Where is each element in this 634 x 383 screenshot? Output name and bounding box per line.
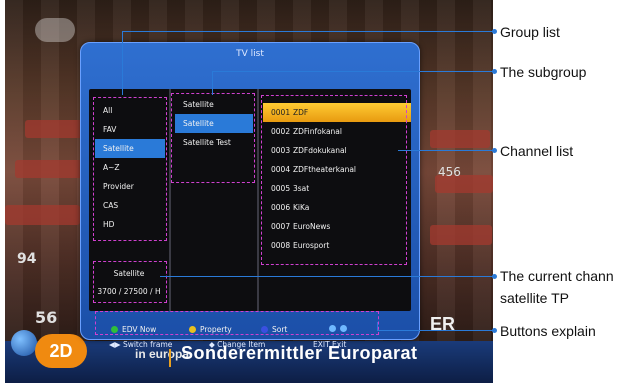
callout-dot [492, 69, 497, 74]
callout-current-channel: The current chann [500, 268, 614, 284]
list-panel: All FAV Satellite A~Z Provider CAS HD Satellit… [89, 89, 411, 311]
help-label: EXIT Exit [313, 340, 347, 349]
window-title: TV list [236, 49, 264, 59]
channel-list-highlight [261, 95, 407, 265]
channel-logo: 2D [35, 334, 87, 368]
callout-buttons-explain: Buttons explain [500, 323, 596, 339]
background-text: ER [430, 314, 456, 334]
yellow-key-icon [189, 326, 196, 333]
callout-line [122, 31, 494, 32]
green-key-icon [111, 326, 118, 333]
parliament-seat [430, 130, 490, 148]
callout-dot [492, 29, 497, 34]
help-switch-frame: ◀▶ Switch frame [109, 340, 172, 349]
parliament-seat [430, 225, 492, 245]
help-exit: EXIT Exit [313, 340, 346, 349]
subgroup-highlight [171, 93, 255, 183]
yellow-button[interactable]: Property [189, 325, 232, 334]
globe-icon [11, 330, 37, 356]
callout-line [377, 322, 378, 331]
callout-line [398, 150, 494, 151]
blue-button[interactable]: Sort [261, 325, 287, 334]
parliament-seat [15, 160, 85, 178]
callout-channel-list: Channel list [500, 143, 574, 159]
info-icon [340, 325, 347, 332]
parliament-seat [25, 120, 85, 138]
color-buttons: EDV Now Property Sort [101, 320, 397, 340]
callout-dot [492, 148, 497, 153]
seat-number: 94 [17, 251, 37, 267]
callout-dot [492, 328, 497, 333]
help-label: Switch frame [122, 340, 173, 349]
ticker-separator [169, 349, 171, 367]
callout-line [122, 31, 123, 95]
callout-line [212, 71, 494, 72]
find-button[interactable] [329, 325, 347, 332]
help-change-item: ◆ Change Item [209, 340, 265, 349]
parliament-seat [5, 205, 80, 225]
search-icon [329, 325, 336, 332]
current-channel-info: Satellite 3700 / 27500 / H [93, 265, 165, 301]
callout-dot [492, 274, 497, 279]
callout-line [377, 330, 494, 331]
callout-group-list: Group list [500, 24, 560, 40]
broadcaster-watermark [35, 18, 75, 42]
blue-key-icon [261, 326, 268, 333]
callout-line [212, 71, 213, 95]
group-list-highlight [93, 97, 167, 241]
button-label: Sort [272, 325, 288, 334]
help-label: Change Item [217, 340, 266, 349]
seat-number: 456 [438, 165, 461, 179]
callout-line [160, 276, 494, 277]
up-down-icon: ◆ [209, 340, 215, 349]
button-label: Property [200, 325, 232, 334]
info-satellite: Satellite [113, 269, 145, 278]
tv-list-window: TV list All FAV Satellite A~Z Provider CAS HD … [80, 42, 420, 349]
seat-number: 56 [35, 308, 58, 327]
callout-subgroup: The subgroup [500, 64, 587, 80]
info-tp: 3700 / 27500 / H [97, 287, 161, 296]
button-label: EDV Now [122, 325, 157, 334]
callout-satellite-tp: satellite TP [500, 290, 569, 306]
left-right-icon: ◀▶ [109, 340, 121, 349]
green-button[interactable]: EDV Now [111, 325, 156, 334]
column-divider [257, 89, 259, 311]
